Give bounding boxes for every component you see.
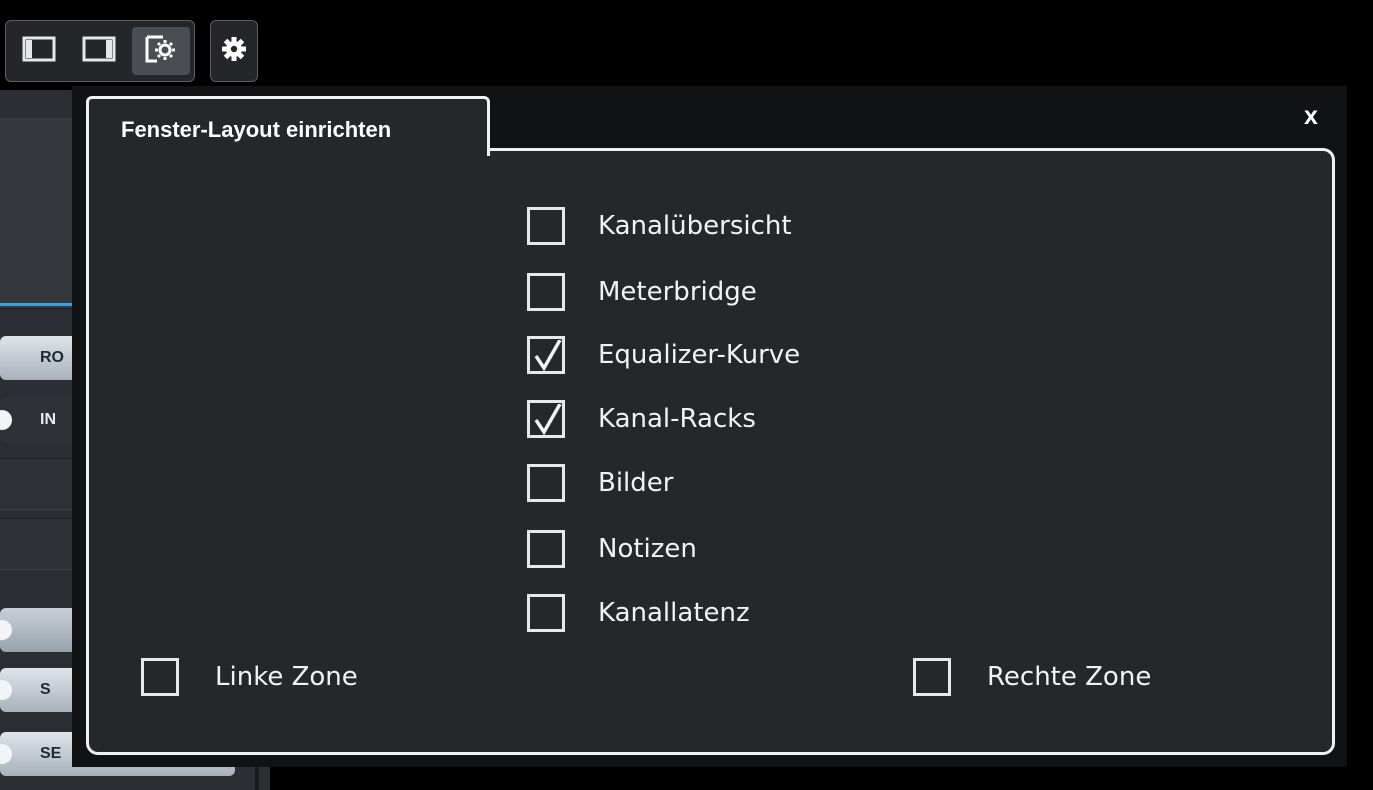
left-zone-toggle-button[interactable]: [10, 27, 68, 75]
right-zone-checkbox[interactable]: [913, 658, 951, 696]
kanaluebersicht-checkbox[interactable]: [527, 207, 565, 245]
option-kanal-racks[interactable]: Kanal-Racks: [527, 400, 756, 438]
option-left-zone[interactable]: Linke Zone: [141, 658, 358, 696]
left-zone-checkbox[interactable]: [141, 658, 179, 696]
send-1-power-indicator[interactable]: [0, 620, 12, 640]
send-2-power-indicator[interactable]: [0, 680, 12, 700]
meterbridge-label: Meterbridge: [598, 277, 757, 307]
left-panel-icon: [22, 35, 56, 67]
option-equalizer-kurve[interactable]: Equalizer-Kurve: [527, 336, 800, 374]
kanal-racks-label: Kanal-Racks: [598, 404, 756, 434]
window-layout-button[interactable]: [132, 27, 190, 75]
inserts-button-label: IN: [40, 411, 56, 428]
kanaluebersicht-label: Kanalübersicht: [598, 211, 792, 241]
dialog-title-tab: Fenster-Layout einrichten: [86, 96, 490, 156]
dialog-title: Fenster-Layout einrichten: [121, 117, 392, 142]
close-button[interactable]: x: [1296, 102, 1326, 136]
notizen-label: Notizen: [598, 534, 697, 564]
meterbridge-checkbox[interactable]: [527, 273, 565, 311]
bilder-checkbox[interactable]: [527, 464, 565, 502]
option-kanallatenz[interactable]: Kanallatenz: [527, 594, 750, 632]
option-notizen[interactable]: Notizen: [527, 530, 697, 568]
option-bilder[interactable]: Bilder: [527, 464, 673, 502]
settings-button[interactable]: [210, 20, 258, 82]
option-right-zone[interactable]: Rechte Zone: [913, 658, 1151, 696]
left-zone-label: Linke Zone: [215, 662, 358, 692]
option-kanaluebersicht[interactable]: Kanalübersicht: [527, 207, 792, 245]
send-slot-2-label: S: [40, 681, 51, 698]
right-panel-icon: [82, 35, 116, 67]
send-slot-3-label: SE: [40, 745, 62, 762]
notizen-checkbox[interactable]: [527, 530, 565, 568]
right-zone-label: Rechte Zone: [987, 662, 1152, 692]
kanal-racks-checkbox[interactable]: [527, 400, 565, 438]
kanallatenz-label: Kanallatenz: [598, 598, 750, 628]
equalizer-kurve-checkbox[interactable]: [527, 336, 565, 374]
kanallatenz-checkbox[interactable]: [527, 594, 565, 632]
equalizer-kurve-label: Equalizer-Kurve: [598, 340, 801, 370]
option-meterbridge[interactable]: Meterbridge: [527, 273, 757, 311]
checkmark-icon: [534, 340, 562, 372]
send-3-power-indicator[interactable]: [0, 744, 12, 764]
layout-settings-icon: [143, 33, 179, 69]
bilder-label: Bilder: [598, 468, 674, 498]
zone-toggle-group: [5, 20, 195, 82]
gear-icon: [220, 35, 248, 67]
routing-button-label: RO: [40, 349, 64, 366]
right-zone-toggle-button[interactable]: [70, 27, 128, 75]
checkmark-icon: [534, 404, 562, 436]
inserts-power-indicator[interactable]: [0, 410, 12, 430]
